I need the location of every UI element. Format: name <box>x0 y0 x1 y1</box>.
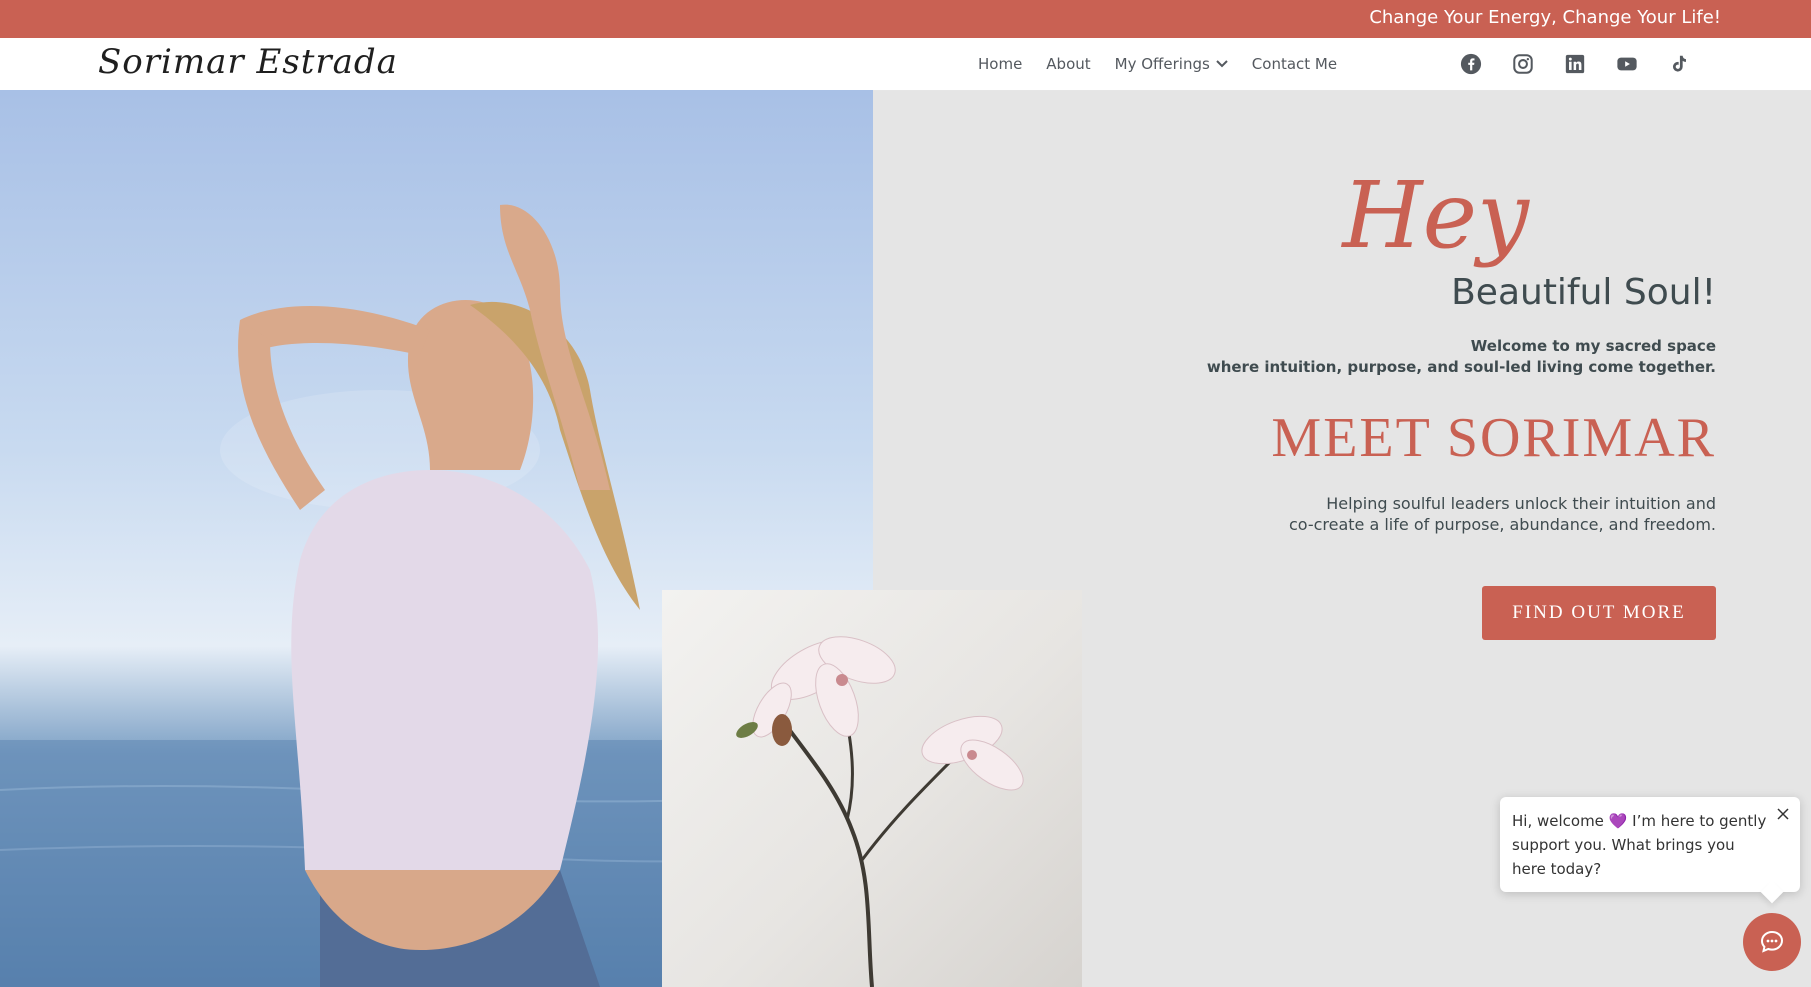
find-out-more-button[interactable]: FIND OUT MORE <box>1482 586 1716 640</box>
facebook-icon[interactable] <box>1460 53 1482 75</box>
youtube-icon[interactable] <box>1616 53 1638 75</box>
purple-heart-icon: 💜 <box>1608 812 1628 830</box>
site-logo[interactable]: Sorimar Estrada <box>98 42 398 82</box>
main-nav: Home About My Offerings Contact Me <box>978 38 1337 90</box>
chat-message-greeting: Hi, welcome <box>1512 812 1604 830</box>
greeting-heading: Beautiful Soul! <box>1451 272 1716 313</box>
magnolia-illustration <box>736 636 1024 987</box>
nav-home[interactable]: Home <box>978 55 1022 73</box>
nav-my-offerings-label: My Offerings <box>1114 55 1210 73</box>
announcement-bar: Change Your Energy, Change Your Life! <box>0 0 1811 38</box>
page-title: MEET SORIMAR <box>1271 407 1716 469</box>
announcement-text: Change Your Energy, Change Your Life! <box>1369 7 1721 28</box>
welcome-line-2: where intuition, purpose, and soul-led l… <box>1206 358 1716 376</box>
welcome-text: Welcome to my sacred space where intuiti… <box>1196 336 1716 378</box>
social-links <box>1460 38 1690 90</box>
tagline: Helping soulful leaders unlock their int… <box>1196 493 1716 535</box>
welcome-line-1: Welcome to my sacred space <box>1470 337 1716 355</box>
chat-icon <box>1760 930 1784 953</box>
chevron-down-icon <box>1216 60 1228 68</box>
nav-contact-me[interactable]: Contact Me <box>1252 55 1337 73</box>
tagline-line-2: co-create a life of purpose, abundance, … <box>1288 515 1716 534</box>
chat-welcome-popup: Hi, welcome 💜 I’m here to gently support… <box>1500 797 1800 892</box>
close-icon[interactable] <box>1776 807 1790 821</box>
nav-my-offerings[interactable]: My Offerings <box>1115 55 1228 73</box>
hero-content: Hey Beautiful Soul! Welcome to my sacred… <box>1196 170 1716 590</box>
hey-script: Hey <box>1342 162 1529 269</box>
nav-about[interactable]: About <box>1046 55 1090 73</box>
instagram-icon[interactable] <box>1512 53 1534 75</box>
tagline-line-1: Helping soulful leaders unlock their int… <box>1326 494 1716 513</box>
linkedin-icon[interactable] <box>1564 53 1586 75</box>
chat-launcher-button[interactable] <box>1743 913 1801 971</box>
site-header: Sorimar Estrada Home About My Offerings … <box>0 38 1811 91</box>
chat-message: Hi, welcome 💜 I’m here to gently support… <box>1512 809 1767 881</box>
flower-photo <box>662 590 1082 987</box>
tiktok-icon[interactable] <box>1668 53 1690 75</box>
